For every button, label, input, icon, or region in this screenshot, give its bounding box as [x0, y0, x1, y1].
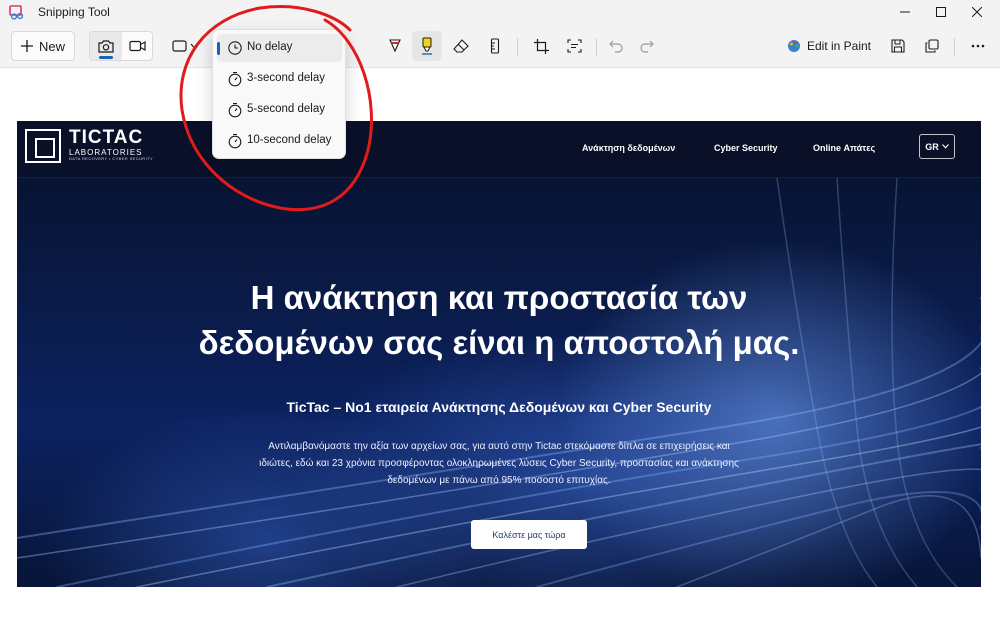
undo-icon: [609, 40, 623, 53]
highlighter-icon: [422, 37, 432, 55]
text-actions-icon: [566, 39, 582, 53]
menu-item-no-delay[interactable]: No delay: [217, 34, 342, 62]
toolbar: New Edit in Paint: [0, 24, 1000, 68]
more-options-button[interactable]: [963, 31, 993, 61]
ruler-icon: [490, 38, 500, 54]
hero-description: Αντιλαμβανόμαστε την αξία των αρχείων σα…: [259, 441, 739, 486]
record-mode-button[interactable]: [122, 32, 153, 60]
edit-in-paint-button[interactable]: Edit in Paint: [783, 31, 875, 61]
crop-button[interactable]: [526, 31, 556, 61]
edit-in-paint-label: Edit in Paint: [806, 39, 872, 53]
close-button[interactable]: [954, 0, 1000, 24]
clock-icon: [228, 41, 242, 55]
menu-item-label: No delay: [247, 41, 293, 53]
rectangle-snip-icon: [172, 40, 187, 52]
camera-icon: [98, 40, 114, 53]
hero-title: Η ανάκτηση και προστασία των δεδομένων σ…: [17, 275, 981, 365]
ruler-button[interactable]: [480, 31, 510, 61]
hero-title-line-1: Η ανάκτηση και προστασία των: [250, 279, 748, 316]
toolbar-separator: [517, 38, 518, 56]
menu-item-label: 3-second delay: [247, 72, 325, 84]
timer-icon: [228, 102, 242, 118]
snip-mode-button[interactable]: [90, 32, 122, 60]
call-us-button[interactable]: Καλέστε μας τώρα: [471, 520, 587, 549]
nav-link-data-recovery[interactable]: Ανάκτηση δεδομένων: [582, 143, 675, 153]
redo-button[interactable]: [632, 31, 662, 61]
timer-icon: [228, 133, 242, 149]
eraser-button[interactable]: [446, 31, 476, 61]
minimize-icon: [900, 11, 910, 13]
language-selector[interactable]: GR: [919, 134, 955, 159]
menu-item-label: 5-second delay: [247, 103, 325, 115]
logo-tagline: DATA RECOVERY • CYBER SECURITY: [69, 156, 154, 161]
more-icon: [971, 44, 985, 48]
maximize-icon: [936, 7, 946, 17]
save-button[interactable]: [883, 31, 913, 61]
toolbar-separator: [596, 38, 597, 56]
window-title: Snipping Tool: [38, 5, 110, 19]
video-camera-icon: [129, 40, 146, 52]
nav-link-cyber-security[interactable]: Cyber Security: [714, 143, 778, 153]
crop-icon: [533, 38, 549, 54]
paint-icon: [787, 40, 800, 52]
hero-title-line-2: δεδομένων σας είναι η αποστολή μας.: [198, 324, 800, 361]
tictac-logo-icon: [25, 129, 61, 163]
close-icon: [972, 7, 982, 17]
new-button-label: New: [38, 38, 65, 54]
snipping-tool-app-icon: [9, 5, 24, 20]
copy-button[interactable]: [917, 31, 947, 61]
chevron-down-icon: [941, 144, 949, 149]
logo-name: TICTAC: [69, 127, 144, 148]
menu-item-10-second-delay[interactable]: 10-second delay: [217, 127, 342, 155]
text-actions-button[interactable]: [559, 31, 589, 61]
menu-item-3-second-delay[interactable]: 3-second delay: [217, 65, 342, 93]
snip-shape-dropdown[interactable]: [168, 31, 202, 61]
capture-mode-toggle: [89, 31, 153, 61]
copy-icon: [925, 39, 939, 53]
ballpoint-pen-button[interactable]: [380, 31, 410, 61]
plus-icon: [20, 40, 33, 52]
pen-icon: [389, 39, 401, 53]
language-label: GR: [925, 141, 939, 152]
eraser-icon: [453, 39, 469, 53]
save-icon: [891, 39, 905, 53]
new-button[interactable]: New: [11, 31, 75, 61]
highlighter-button[interactable]: [412, 31, 442, 61]
menu-item-label: 10-second delay: [247, 134, 332, 146]
menu-item-5-second-delay[interactable]: 5-second delay: [217, 96, 342, 124]
captured-website-screenshot: TICTAC LABORATORIES DATA RECOVERY • CYBE…: [17, 121, 981, 587]
chevron-down-icon: [190, 43, 198, 49]
undo-button[interactable]: [601, 31, 631, 61]
capture-delay-menu: No delay 3-second delay 5-second delay 1…: [212, 29, 346, 159]
website-header: TICTAC LABORATORIES DATA RECOVERY • CYBE…: [17, 121, 981, 178]
timer-icon: [228, 71, 242, 87]
nav-link-online-scams[interactable]: Online Απάτες: [813, 143, 875, 153]
redo-icon: [640, 40, 654, 53]
hero-subtitle: TicTac – Νο1 εταιρεία Ανάκτησης Δεδομένω…: [286, 399, 712, 415]
title-bar: Snipping Tool: [0, 0, 1000, 24]
toolbar-separator: [954, 38, 955, 56]
